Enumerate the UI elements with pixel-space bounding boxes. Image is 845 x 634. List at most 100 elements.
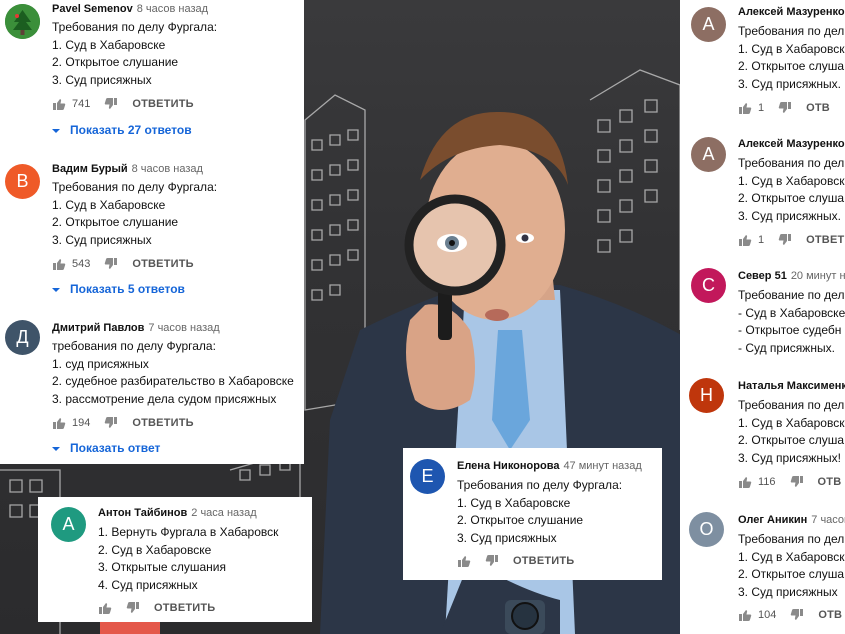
comment-line: 3. Суд присяжных. (738, 76, 841, 91)
comment-time[interactable]: 2 часа назад (191, 507, 256, 519)
avatar[interactable] (5, 4, 40, 39)
comment-line: 3. Суд присяжных (52, 72, 152, 87)
avatar[interactable]: Н (689, 378, 724, 413)
comment-card-anton: А Антон Тайбинов 2 часа назад 1. Вернуть … (38, 497, 312, 622)
avatar[interactable]: В (5, 164, 40, 199)
comment-author[interactable]: Pavel Semenov (52, 3, 133, 15)
comment-time[interactable]: 7 часов назад (148, 322, 219, 334)
thumbs-down-icon[interactable] (104, 97, 118, 111)
thumbs-up-icon[interactable] (738, 233, 752, 247)
comment-time[interactable]: 8 часов назад (132, 163, 203, 175)
comment-author[interactable]: Наталья Максименк (738, 380, 845, 392)
reply-button[interactable]: ОТВ (818, 476, 842, 488)
comment-author[interactable]: Дмитрий Павлов (52, 322, 144, 334)
comment-author[interactable]: Антон Тайбинов (98, 507, 187, 519)
comment-actions: ОТВЕТИТЬ (457, 554, 574, 570)
comments-panel-left: Pavel Semenov 8 часов назад Требования по… (0, 0, 304, 464)
comment-line: 2. судебное разбирательство в Хабаровске (52, 374, 294, 388)
show-replies-button[interactable]: Показать ответ (52, 441, 160, 455)
reply-button[interactable]: ОТВЕТИТЬ (132, 258, 193, 270)
like-count: 543 (72, 258, 91, 270)
caret-down-icon (52, 446, 60, 451)
comment-author[interactable]: Алексей Мазуренко (738, 138, 845, 150)
comment-text: Требование по дел - Суд в Хабаровске - О… (738, 287, 845, 357)
thumbs-down-icon[interactable] (778, 233, 792, 247)
avatar[interactable]: А (691, 137, 726, 172)
comment-actions: 741 ОТВЕТИТЬ (52, 97, 194, 113)
thumbs-down-icon[interactable] (126, 601, 140, 615)
thumbs-up-icon[interactable] (738, 475, 752, 489)
thumbs-down-icon[interactable] (790, 475, 804, 489)
thumbs-up-icon[interactable] (52, 257, 66, 271)
thumbs-up-icon[interactable] (738, 101, 752, 115)
show-replies-label: Показать 27 ответов (70, 123, 192, 137)
thumbs-up-icon[interactable] (52, 416, 66, 430)
like-count: 741 (72, 98, 91, 110)
caret-down-icon (52, 287, 60, 292)
reply-button[interactable]: ОТВЕТИТЬ (132, 417, 193, 429)
comment-text: Требования по делу Фургала: 1. Суд в Хаб… (52, 19, 217, 89)
avatar[interactable]: Д (5, 320, 40, 355)
comment-line: 2. Открытое слуша (738, 191, 845, 205)
thumbs-down-icon[interactable] (104, 257, 118, 271)
comment-line: 3. Суд присяжных (738, 584, 838, 599)
comment-line: Требования по делу Фургала: (457, 478, 623, 492)
comment-line: 2. Открытое слушание (52, 215, 179, 229)
comments-panel-right: А Алексей Мазуренко Требования по дел 1.… (680, 0, 845, 634)
show-replies-button[interactable]: Показать 27 ответов (52, 123, 192, 137)
comment-actions: 194 ОТВЕТИТЬ (52, 416, 194, 432)
comment: А Алексей Мазуренко Требования по дел 1.… (680, 133, 845, 258)
comment: А Алексей Мазуренко Требования по дел 1.… (680, 0, 845, 125)
reply-button[interactable]: ОТВ (818, 609, 842, 621)
comment-text: Требования по делу Фургала: 1. Суд в Хаб… (52, 179, 217, 249)
avatar[interactable]: О (689, 512, 724, 547)
avatar[interactable]: А (691, 7, 726, 42)
comment-actions: 543 ОТВЕТИТЬ (52, 257, 194, 273)
comment-author[interactable]: Елена Никонорова (457, 460, 559, 472)
comment-time[interactable]: 7 часов (811, 514, 845, 526)
reply-button[interactable]: ОТВЕТИТЬ (154, 602, 215, 614)
show-replies-button[interactable]: Показать 5 ответов (52, 282, 185, 296)
thumbs-down-icon[interactable] (104, 416, 118, 430)
thumbs-up-icon[interactable] (738, 608, 752, 622)
comment-line: 1. Суд в Хабаровск (738, 415, 845, 430)
like-count: 194 (72, 417, 91, 429)
comment-line: Требования по дел (738, 24, 845, 38)
comment-line: Требование по дел (738, 288, 845, 302)
avatar-tree-image (5, 4, 40, 39)
comment-line: 4. Суд присяжных (98, 577, 198, 592)
comment-time[interactable]: 20 минут н (791, 270, 845, 282)
thumbs-up-icon[interactable] (457, 554, 471, 568)
comment-time[interactable]: 8 часов назад (137, 3, 208, 15)
comment-line: - Суд присяжных. (738, 340, 835, 355)
avatar[interactable]: А (51, 507, 86, 542)
comment-author[interactable]: Вадим Бурый (52, 163, 128, 175)
thumbs-up-icon[interactable] (98, 601, 112, 615)
avatar[interactable]: Е (410, 459, 445, 494)
thumbs-down-icon[interactable] (790, 608, 804, 622)
comment-card-elena: Е Елена Никонорова 47 минут назад Требова… (403, 448, 662, 580)
thumbs-up-icon[interactable] (52, 97, 66, 111)
comment-line: 2. Открытое слушание (457, 513, 584, 527)
comment-text: Требования по делу Фургала: 1. Суд в Хаб… (457, 477, 622, 547)
thumbs-down-icon[interactable] (485, 554, 499, 568)
thumbs-down-icon[interactable] (778, 101, 792, 115)
comment-actions: 116 ОТВ (738, 475, 841, 491)
avatar[interactable]: С (691, 268, 726, 303)
comment-time[interactable]: 47 минут назад (563, 460, 641, 472)
reply-button[interactable]: ОТВЕТИТЬ (513, 555, 574, 567)
comment-author[interactable]: Олег Аникин (738, 514, 807, 526)
comment-author[interactable]: Алексей Мазуренко (738, 6, 845, 18)
comment-actions: 1 ОТВ (738, 101, 830, 117)
reply-button[interactable]: ОТВЕТ (806, 234, 844, 246)
comment-text: Требования по дел 1. Суд в Хабаровск 2. … (738, 531, 844, 601)
reply-button[interactable]: ОТВЕТИТЬ (132, 98, 193, 110)
comment-text: Требования по дел 1. Суд в Хабаровск 2. … (738, 397, 844, 467)
comment-line: - Открытое судебн (738, 323, 842, 337)
comment-line: 1. Вернуть Фургала в Хабаровск (98, 525, 279, 539)
comment-text: 1. Вернуть Фургала в Хабаровск 2. Суд в … (98, 524, 278, 594)
comment-line: 1. Суд в Хабаровске (457, 495, 571, 510)
like-count: 1 (758, 102, 765, 114)
comment-author[interactable]: Север 51 (738, 270, 787, 282)
reply-button[interactable]: ОТВ (806, 102, 830, 114)
